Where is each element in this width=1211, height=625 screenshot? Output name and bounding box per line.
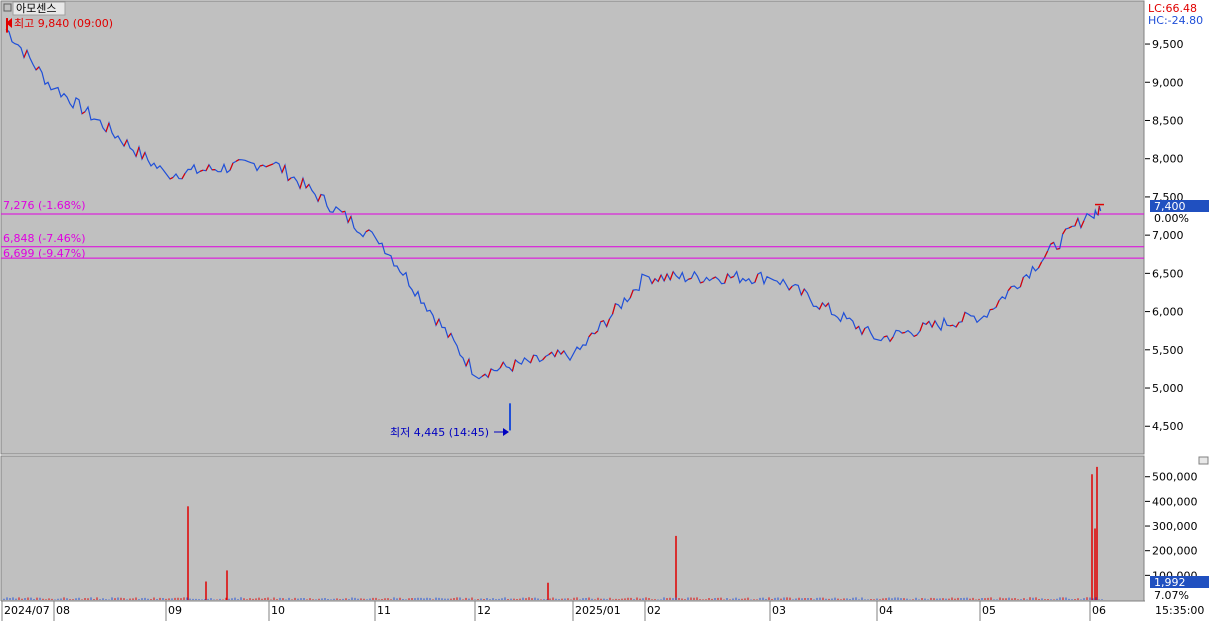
x-tick-label: 06 [1092,604,1106,617]
x-tick-label: 2024/07 [4,604,50,617]
x-tick-label: 02 [647,604,661,617]
price-panel[interactable] [1,1,1144,454]
x-tick-label: 08 [56,604,70,617]
low-annotation: 최저 4,445 (14:45) [390,426,489,439]
y-tick-label: 7,000 [1152,229,1184,242]
y-tick-label: 5,500 [1152,344,1184,357]
high-annotation: 최고 9,840 (09:00) [14,17,113,30]
price-up-tick [990,309,993,310]
reference-line-label: 7,276 (-1.68%) [3,199,85,212]
x-tick-label: 11 [377,604,391,617]
hc-indicator: HC:-24.80 [1148,14,1203,27]
y-tick-label: 8,000 [1152,153,1184,166]
price-up-tick [342,211,345,212]
y-tick-label: 4,500 [1152,420,1184,433]
x-tick-label: 04 [879,604,893,617]
reference-line-label: 6,699 (-9.47%) [3,247,85,260]
current-volume-pct: 7.07% [1154,589,1189,602]
x-tick-label: 05 [982,604,996,617]
y-tick-label: 8,500 [1152,114,1184,127]
y-tick-label: 9,500 [1152,38,1184,51]
chart-window: 아모센스 LC:66.48 HC:-24.80 최고 9,840 (09:00)… [0,0,1211,621]
volume-tick-label: 300,000 [1152,520,1198,533]
x-tick-label: 2025/01 [575,604,621,617]
volume-tick-label: 500,000 [1152,471,1198,484]
y-tick-label: 9,000 [1152,76,1184,89]
volume-tick-label: 400,000 [1152,495,1198,508]
y-tick-label: 5,000 [1152,382,1184,395]
time-label: 15:35:00 [1155,604,1204,617]
price-up-tick [902,332,905,333]
current-price-pct: 0.00% [1154,212,1189,225]
x-tick-label: 03 [772,604,786,617]
x-tick-label: 10 [271,604,285,617]
price-up-tick [260,165,263,166]
x-tick-label: 12 [477,604,491,617]
price-up-tick [1057,249,1060,250]
price-up-tick [884,336,887,337]
current-volume-label: 1,992 [1154,576,1186,589]
stock-name: 아모센스 [16,2,56,15]
stock-chart: 아모센스 LC:66.48 HC:-24.80 최고 9,840 (09:00)… [0,0,1211,621]
y-tick-label: 6,000 [1152,306,1184,319]
volume-panel[interactable] [1,456,1144,601]
volume-tick-label: 200,000 [1152,545,1198,558]
x-tick-label: 09 [168,604,182,617]
price-up-tick [950,325,953,326]
y-tick-label: 6,500 [1152,267,1184,280]
volume-panel-close-icon[interactable] [1199,457,1208,464]
reference-line-label: 6,848 (-7.46%) [3,232,85,245]
